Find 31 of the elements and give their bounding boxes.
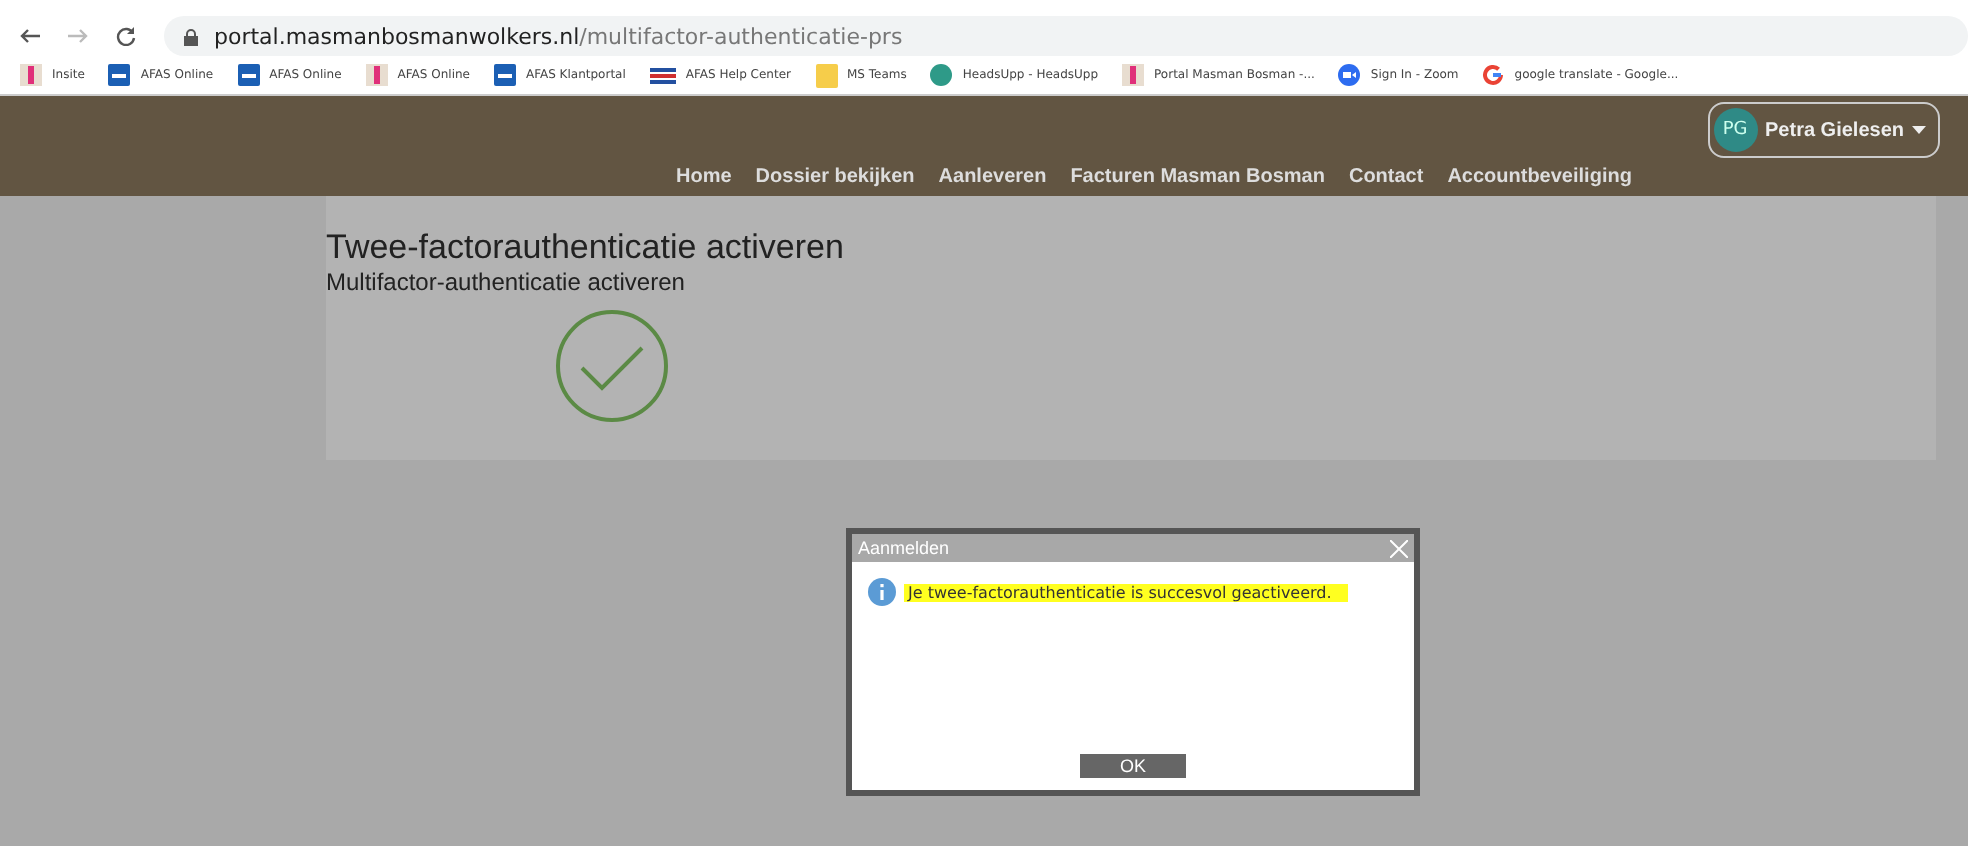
circle-icon <box>930 64 953 86</box>
app-tile-icon <box>237 64 260 86</box>
page-subtitle: Multifactor-authenticatie activeren <box>326 268 687 296</box>
page-icon <box>1122 64 1145 86</box>
nav-link[interactable]: Home <box>676 166 732 188</box>
page-icon <box>365 64 388 86</box>
nav-link[interactable]: Contact <box>1348 166 1424 188</box>
lock-icon <box>184 27 198 45</box>
address-bar[interactable]: portal.masmanbosmanwolkers.nl/multifactor-authenticatie-prs <box>164 16 1968 56</box>
app-tile-icon <box>493 64 516 86</box>
nav-link[interactable]: Accountbeveiliging <box>1447 166 1632 188</box>
checkmark-circle-icon <box>554 308 670 424</box>
reload-icon[interactable] <box>116 26 136 46</box>
info-icon <box>868 578 896 606</box>
camera-icon <box>1338 64 1361 86</box>
app-tile-icon <box>108 64 131 86</box>
ok-button[interactable]: OK <box>1080 754 1186 778</box>
dialog-title: Aanmelden <box>858 538 950 558</box>
folder-icon <box>815 63 837 87</box>
google-icon <box>1482 64 1505 86</box>
caret-icon <box>1912 126 1926 134</box>
back-icon[interactable] <box>20 28 40 44</box>
nav-link[interactable]: Facturen Masman Bosman <box>1070 166 1325 188</box>
nav-link[interactable]: Dossier bekijken <box>755 166 915 188</box>
page-icon <box>20 64 42 86</box>
page-title: Twee-factorauthenticatie activeren <box>326 228 846 268</box>
user-menu[interactable]: PG Petra Gielesen <box>1707 102 1940 158</box>
nav-link[interactable]: Aanleveren <box>938 166 1047 188</box>
dialog-message: Je twee-factorauthenticatie is succesvol geactiveerd. <box>904 583 1348 601</box>
user-avatar: PG <box>1713 108 1758 152</box>
stripes-icon <box>649 64 676 86</box>
